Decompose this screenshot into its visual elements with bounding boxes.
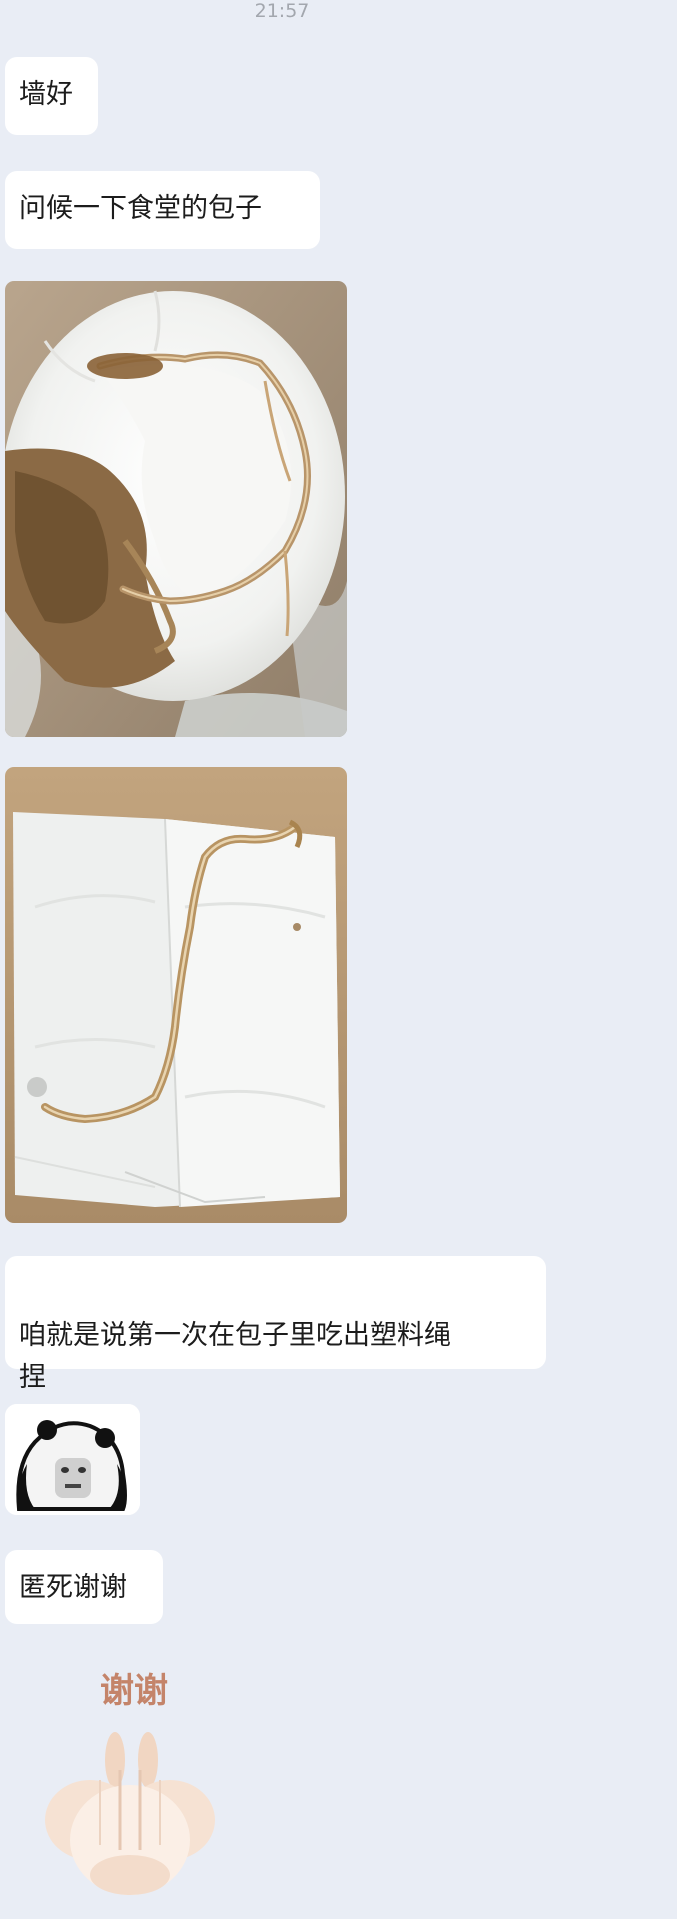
thanks-sticker-illustration: 谢谢 (45, 1671, 215, 1895)
message-image-string[interactable] (5, 767, 347, 1223)
message-image-bun[interactable] (5, 281, 347, 737)
message-sticker-thanks[interactable]: 谢谢 (20, 1660, 240, 1910)
message-bubble[interactable]: 问候一下食堂的包子 (5, 171, 320, 249)
string-photo-illustration (5, 767, 347, 1223)
panda-sticker-illustration (5, 1404, 140, 1515)
message-timestamp: 21:57 (254, 0, 310, 22)
message-bubble[interactable]: 匿死谢谢 (5, 1550, 163, 1624)
bun-photo-illustration (5, 281, 347, 737)
message-text: 咱就是说第一次在包子里吃出塑料绳 捏 (19, 1320, 451, 1393)
message-text: 匿死谢谢 (19, 1572, 127, 1603)
sticker-caption: 谢谢 (100, 1671, 168, 1711)
message-bubble[interactable]: 咱就是说第一次在包子里吃出塑料绳 捏 (5, 1256, 546, 1393)
message-sticker-panda[interactable] (5, 1404, 140, 1515)
message-text: 问候一下食堂的包子 (19, 193, 262, 224)
message-bubble[interactable]: 墙好 (5, 57, 98, 135)
message-text: 墙好 (19, 79, 73, 110)
